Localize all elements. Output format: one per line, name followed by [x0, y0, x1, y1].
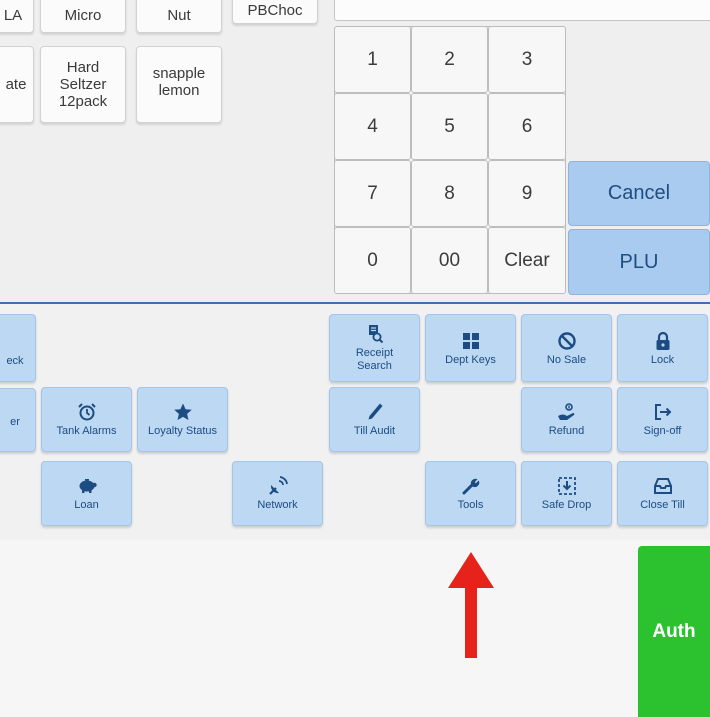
key-9[interactable]: 9 [488, 160, 566, 227]
close-till-button[interactable]: Close Till [617, 461, 708, 526]
key-7[interactable]: 7 [334, 160, 411, 227]
safe-drop-button[interactable]: Safe Drop [521, 461, 612, 526]
key-clear[interactable]: Clear [488, 227, 566, 294]
key-6[interactable]: 6 [488, 93, 566, 160]
product-label: snapple lemon [152, 65, 206, 99]
button-label: Till Audit [353, 425, 396, 437]
till-audit-button[interactable]: Till Audit [329, 387, 420, 452]
safe-drop-icon [557, 475, 577, 497]
check-button-partial[interactable]: eck [0, 314, 36, 382]
product-label: Hard Seltzer 12pack [58, 59, 108, 110]
key-00[interactable]: 00 [411, 227, 488, 294]
piggy-bank-icon [76, 475, 98, 497]
grid-icon [462, 330, 480, 352]
plu-button[interactable]: PLU [568, 229, 710, 295]
button-label: Sign-off [643, 425, 682, 437]
key-0[interactable]: 0 [334, 227, 411, 294]
annotation-arrow [446, 552, 496, 658]
receipt-search-button[interactable]: Receipt Search [329, 314, 420, 382]
button-label: Refund [548, 425, 585, 437]
prohibited-icon [557, 330, 577, 352]
auth-button[interactable]: Auth [638, 546, 710, 717]
entry-display [334, 0, 710, 21]
product-label: LA [3, 7, 23, 24]
inbox-tray-icon [653, 475, 673, 497]
product-button-snapple-lemon[interactable]: snapple lemon [136, 46, 222, 123]
button-label: Tank Alarms [56, 425, 117, 437]
button-label: Network [257, 499, 298, 511]
product-label: PBChoc [247, 2, 303, 19]
product-button-micro[interactable]: Micro [40, 0, 126, 33]
key-4[interactable]: 4 [334, 93, 411, 160]
button-label: Loan [74, 499, 99, 511]
button-label: eck [6, 354, 24, 367]
network-button[interactable]: Network [232, 461, 323, 526]
receipt-search-icon [366, 323, 384, 345]
button-label: Loyalty Status [147, 425, 218, 437]
star-icon [173, 401, 193, 423]
product-button-hard-seltzer[interactable]: Hard Seltzer 12pack [40, 46, 126, 123]
alarm-clock-icon [77, 401, 97, 423]
key-3[interactable]: 3 [488, 26, 566, 93]
sign-off-button[interactable]: Sign-off [617, 387, 708, 452]
product-button-ate[interactable]: ate [0, 46, 34, 123]
tank-alarms-button[interactable]: Tank Alarms [41, 387, 132, 452]
satellite-icon [267, 475, 289, 497]
product-label: Micro [64, 7, 102, 24]
product-button-la[interactable]: LA [0, 0, 34, 33]
refund-button[interactable]: Refund [521, 387, 612, 452]
button-label: Tools [457, 499, 484, 511]
key-1[interactable]: 1 [334, 26, 411, 93]
product-label: Nut [167, 7, 191, 24]
product-button-nut[interactable]: Nut [136, 0, 222, 33]
key-2[interactable]: 2 [411, 26, 488, 93]
other-button-partial[interactable]: er [0, 388, 36, 452]
button-label: Receipt Search [355, 347, 394, 372]
bottom-area [0, 540, 710, 717]
button-label: Close Till [640, 499, 685, 511]
no-sale-button[interactable]: No Sale [521, 314, 612, 382]
hand-money-icon [556, 401, 578, 423]
dept-keys-button[interactable]: Dept Keys [425, 314, 516, 382]
wrench-icon [461, 475, 481, 497]
tools-button[interactable]: Tools [425, 461, 516, 526]
button-label: Lock [650, 353, 675, 366]
button-label: Dept Keys [445, 353, 496, 366]
loan-button[interactable]: Loan [41, 461, 132, 526]
loyalty-status-button[interactable]: Loyalty Status [137, 387, 228, 452]
button-label: er [10, 415, 20, 428]
cancel-button[interactable]: Cancel [568, 161, 710, 226]
product-label: ate [5, 76, 27, 93]
key-8[interactable]: 8 [411, 160, 488, 227]
button-label: Safe Drop [541, 499, 592, 511]
button-label: No Sale [546, 353, 587, 366]
key-5[interactable]: 5 [411, 93, 488, 160]
product-button-pbchoc[interactable]: PBChoc [232, 0, 318, 24]
lock-button[interactable]: Lock [617, 314, 708, 382]
lock-icon [654, 330, 672, 352]
sign-out-icon [653, 401, 673, 423]
pen-icon [366, 401, 384, 423]
